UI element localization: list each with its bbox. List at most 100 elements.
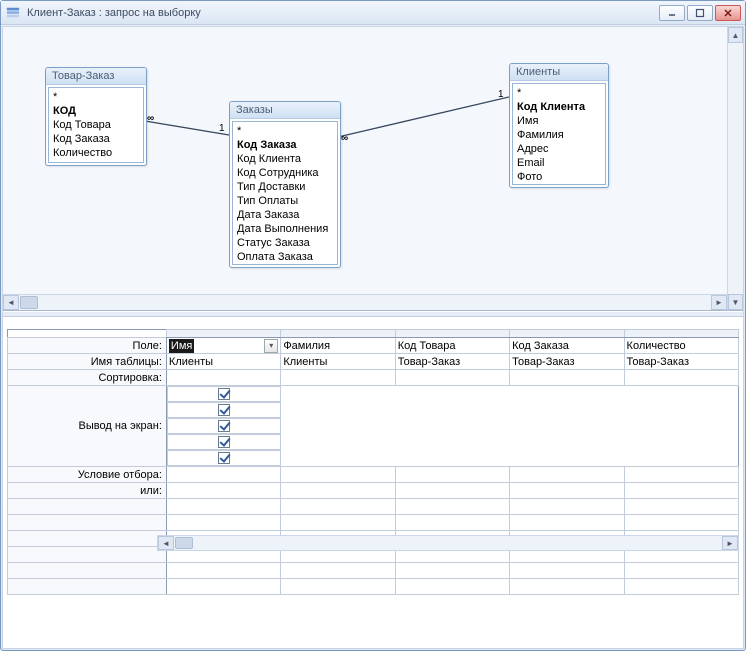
row-label-sort: Сортировка: xyxy=(8,370,167,386)
field[interactable]: Дата Выполнения xyxy=(235,222,335,236)
chevron-down-icon: ▾ xyxy=(269,341,273,350)
selected-field-value: Имя xyxy=(169,339,194,353)
query-grid-pane: Поле: Имя ▾ Фамилия Код Товара Код Заказ… xyxy=(3,317,743,648)
row-blank xyxy=(8,563,739,579)
field[interactable]: Фото xyxy=(515,170,603,184)
sort-cell[interactable] xyxy=(281,370,395,386)
minimize-button[interactable] xyxy=(659,5,685,21)
field[interactable]: Статус Заказа xyxy=(235,236,335,250)
show-checkbox[interactable] xyxy=(167,434,281,450)
field[interactable]: Имя xyxy=(515,114,603,128)
scroll-down-button[interactable]: ▼ xyxy=(728,294,743,310)
field[interactable]: Оплата Заказа xyxy=(235,250,335,264)
table-cell[interactable]: Товар-Заказ xyxy=(624,354,738,370)
relation-one-label: 1 xyxy=(219,123,225,134)
chevron-right-icon: ► xyxy=(726,539,734,548)
chevron-right-icon: ► xyxy=(715,298,723,307)
field[interactable]: Адрес xyxy=(515,142,603,156)
diagram-horizontal-scrollbar[interactable]: ◄ ► xyxy=(3,294,727,310)
diagram-vertical-scrollbar[interactable]: ▲ ▼ xyxy=(727,27,743,310)
row-field: Поле: Имя ▾ Фамилия Код Товара Код Заказ… xyxy=(8,338,739,354)
field-star[interactable]: * xyxy=(515,86,603,100)
table-card-tovar-zakaz[interactable]: Товар-Заказ * КОД Код Товара Код Заказа … xyxy=(45,67,147,166)
column-selector-strip[interactable] xyxy=(8,330,739,338)
criteria-cell[interactable] xyxy=(624,467,738,483)
or-cell[interactable] xyxy=(281,483,395,499)
scroll-left-button[interactable]: ◄ xyxy=(158,536,174,550)
sort-cell[interactable] xyxy=(510,370,624,386)
table-title: Клиенты xyxy=(510,64,608,81)
scroll-right-button[interactable]: ► xyxy=(722,536,738,550)
field[interactable]: Количество xyxy=(51,146,141,160)
row-label-table: Имя таблицы: xyxy=(8,354,167,370)
criteria-cell[interactable] xyxy=(166,467,280,483)
relation-one-label: 1 xyxy=(498,89,504,100)
field-pk[interactable]: Код Клиента xyxy=(515,100,603,114)
field-star[interactable]: * xyxy=(51,90,141,104)
criteria-cell[interactable] xyxy=(510,467,624,483)
sort-cell[interactable] xyxy=(395,370,509,386)
field-star[interactable]: * xyxy=(235,124,335,138)
criteria-cell[interactable] xyxy=(281,467,395,483)
or-cell[interactable] xyxy=(166,483,280,499)
field-cell[interactable]: Код Заказа xyxy=(510,338,624,354)
table-cell[interactable]: Клиенты xyxy=(281,354,395,370)
titlebar[interactable]: Клиент-Заказ : запрос на выборку xyxy=(1,1,745,25)
or-cell[interactable] xyxy=(624,483,738,499)
chevron-down-icon: ▼ xyxy=(732,298,740,307)
table-cell[interactable]: Клиенты xyxy=(166,354,280,370)
field[interactable]: Код Клиента xyxy=(235,152,335,166)
row-label-show: Вывод на экран: xyxy=(8,386,167,467)
field[interactable]: Код Товара xyxy=(51,118,141,132)
row-or: или: xyxy=(8,483,739,499)
field[interactable]: Дата Заказа xyxy=(235,208,335,222)
chevron-up-icon: ▲ xyxy=(732,31,740,40)
dropdown-button[interactable]: ▾ xyxy=(264,339,278,353)
table-fields[interactable]: * КОД Код Товара Код Заказа Количество xyxy=(48,87,144,163)
or-cell[interactable] xyxy=(510,483,624,499)
maximize-button[interactable] xyxy=(687,5,713,21)
row-label-field: Поле: xyxy=(8,338,167,354)
chevron-left-icon: ◄ xyxy=(162,539,170,548)
field[interactable]: Фамилия xyxy=(515,128,603,142)
row-table: Имя таблицы: Клиенты Клиенты Товар-Заказ… xyxy=(8,354,739,370)
row-sort: Сортировка: xyxy=(8,370,739,386)
field[interactable]: Код Заказа xyxy=(51,132,141,146)
show-checkbox[interactable] xyxy=(167,450,281,466)
table-fields[interactable]: * Код Клиента Имя Фамилия Адрес Email Фо… xyxy=(512,83,606,185)
field-cell[interactable]: Имя ▾ xyxy=(166,338,280,354)
field-pk[interactable]: Код Заказа xyxy=(235,138,335,152)
scroll-left-button[interactable]: ◄ xyxy=(3,295,19,310)
grid-horizontal-scrollbar[interactable]: ◄ ► xyxy=(157,535,739,551)
or-cell[interactable] xyxy=(395,483,509,499)
scroll-right-button[interactable]: ► xyxy=(711,295,727,310)
table-fields[interactable]: * Код Заказа Код Клиента Код Сотрудника … xyxy=(232,121,338,265)
field-cell[interactable]: Фамилия xyxy=(281,338,395,354)
row-blank xyxy=(8,579,739,595)
close-button[interactable] xyxy=(715,5,741,21)
field[interactable]: Тип Оплаты xyxy=(235,194,335,208)
field-pk[interactable]: КОД xyxy=(51,104,141,118)
row-show: Вывод на экран: xyxy=(8,386,739,467)
table-cell[interactable]: Товар-Заказ xyxy=(395,354,509,370)
scroll-up-button[interactable]: ▲ xyxy=(728,27,743,43)
table-card-zakazy[interactable]: Заказы * Код Заказа Код Клиента Код Сотр… xyxy=(229,101,341,268)
table-card-klienty[interactable]: Клиенты * Код Клиента Имя Фамилия Адрес … xyxy=(509,63,609,188)
table-title: Заказы xyxy=(230,102,340,119)
field[interactable]: Email xyxy=(515,156,603,170)
field[interactable]: Код Сотрудника xyxy=(235,166,335,180)
show-checkbox[interactable] xyxy=(167,418,281,434)
query-design-grid[interactable]: Поле: Имя ▾ Фамилия Код Товара Код Заказ… xyxy=(7,329,739,595)
field-cell[interactable]: Код Товара xyxy=(395,338,509,354)
sort-cell[interactable] xyxy=(166,370,280,386)
scroll-thumb[interactable] xyxy=(20,296,38,309)
scroll-thumb[interactable] xyxy=(175,537,193,549)
sort-cell[interactable] xyxy=(624,370,738,386)
show-checkbox[interactable] xyxy=(167,386,281,402)
field[interactable]: Тип Доставки xyxy=(235,180,335,194)
table-cell[interactable]: Товар-Заказ xyxy=(510,354,624,370)
relationships-pane[interactable]: ∞ 1 ∞ 1 Товар-Заказ * КОД Код Товара Код… xyxy=(3,27,743,311)
field-cell[interactable]: Количество xyxy=(624,338,738,354)
show-checkbox[interactable] xyxy=(167,402,281,418)
criteria-cell[interactable] xyxy=(395,467,509,483)
